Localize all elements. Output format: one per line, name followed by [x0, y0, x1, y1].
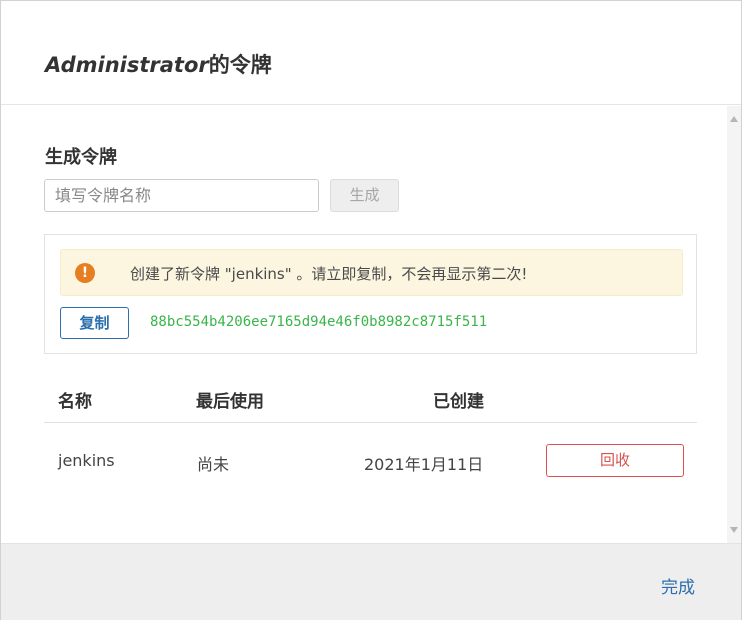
- scroll-down-arrow-icon[interactable]: [730, 527, 738, 533]
- column-header-created: 已创建: [433, 392, 484, 412]
- token-dialog: Administrator的令牌 生成令牌 生成 ! 创建了新令牌 "jenki…: [0, 0, 742, 620]
- dialog-title: Administrator的令牌: [45, 49, 272, 79]
- warning-alert: ! 创建了新令牌 "jenkins" 。请立即复制，不会再显示第二次!: [60, 249, 683, 296]
- token-name-input[interactable]: [44, 179, 319, 212]
- token-table-header: 名称 最后使用 已创建: [44, 379, 697, 423]
- created-cell: 2021年1月11日: [364, 455, 484, 474]
- dialog-header: Administrator的令牌: [1, 1, 741, 105]
- dialog-title-suffix: 的令牌: [208, 53, 272, 77]
- warning-alert-text: 创建了新令牌 "jenkins" 。请立即复制，不会再显示第二次!: [130, 265, 528, 283]
- dialog-title-user: Administrator: [45, 53, 209, 77]
- token-value: 88bc554b4206ee7165d94e46f0b8982c8715f511: [150, 314, 488, 330]
- done-button[interactable]: 完成: [661, 573, 695, 598]
- dialog-footer: 完成: [1, 543, 741, 620]
- warning-icon: !: [75, 263, 95, 283]
- dialog-body: 生成令牌 生成 ! 创建了新令牌 "jenkins" 。请立即复制，不会再显示第…: [1, 106, 741, 543]
- scroll-up-arrow-icon[interactable]: [730, 116, 738, 122]
- column-header-name: 名称: [58, 392, 92, 412]
- revoke-button[interactable]: 回收: [546, 444, 684, 477]
- new-token-panel: ! 创建了新令牌 "jenkins" 。请立即复制，不会再显示第二次! 复制 8…: [44, 234, 697, 354]
- column-header-last-used: 最后使用: [196, 392, 264, 412]
- table-row: jenkins 尚未 2021年1月11日 回收: [44, 424, 697, 500]
- generate-button[interactable]: 生成: [330, 179, 399, 212]
- token-name-cell: jenkins: [58, 451, 115, 470]
- copy-button[interactable]: 复制: [60, 307, 129, 339]
- last-used-cell: 尚未: [197, 455, 230, 474]
- vertical-scrollbar[interactable]: [727, 106, 741, 543]
- generate-section-title: 生成令牌: [45, 147, 117, 168]
